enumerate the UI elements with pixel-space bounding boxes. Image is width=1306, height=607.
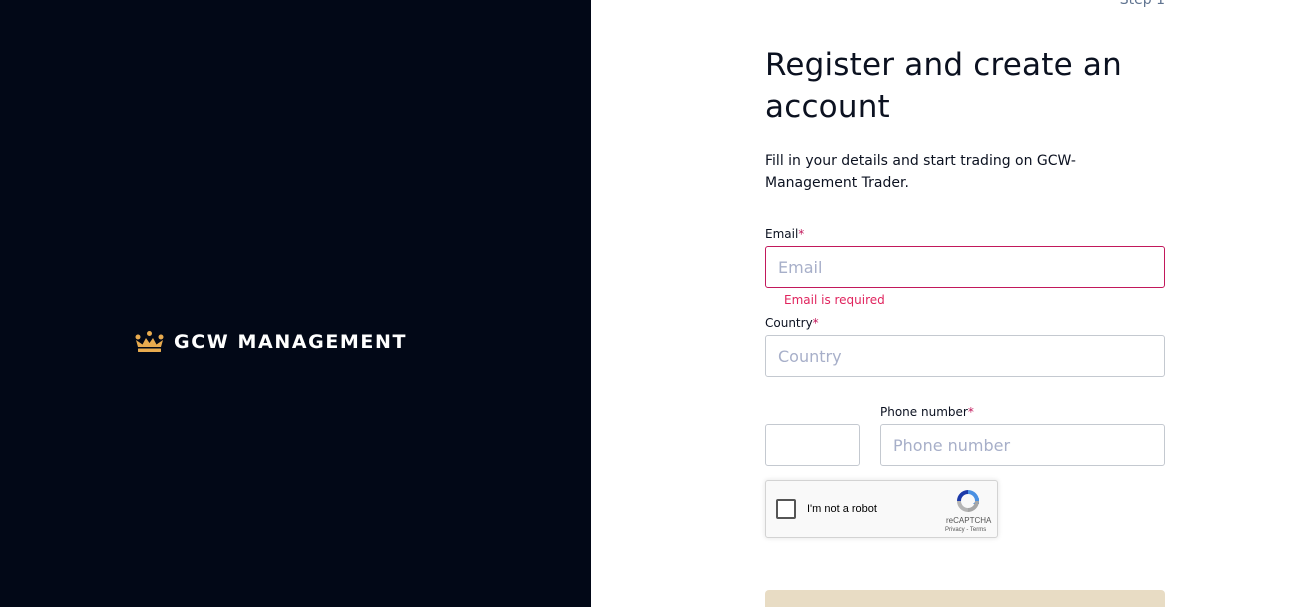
recaptcha-icon <box>957 490 979 512</box>
email-input[interactable] <box>765 246 1165 288</box>
email-label-text: Email <box>765 227 799 241</box>
country-input[interactable] <box>765 335 1165 377</box>
recaptcha-checkbox[interactable] <box>776 499 796 519</box>
phone-required-mark: * <box>967 405 974 419</box>
brand-name: GCW MANAGEMENT <box>174 331 408 353</box>
email-error-message: Email is required <box>784 293 885 307</box>
country-required-mark: * <box>812 316 819 330</box>
recaptcha-label: I'm not a robot <box>807 503 877 515</box>
recaptcha-brand: reCAPTCHA <box>946 516 992 525</box>
recaptcha-widget: I'm not a robot reCAPTCHA Privacy - Term… <box>765 480 998 538</box>
page-subtitle: Fill in your details and start trading o… <box>765 153 1076 191</box>
crown-icon <box>135 331 164 352</box>
brand-logo: GCW MANAGEMENT <box>135 331 407 353</box>
registration-form: Register and create an account Fill in y… <box>765 44 1165 607</box>
email-label: Email* <box>765 226 804 242</box>
email-required-mark: * <box>798 227 805 241</box>
recaptcha-terms-link[interactable]: Privacy - Terms <box>945 526 986 534</box>
phone-label-text: Phone number <box>880 405 968 419</box>
country-label-text: Country <box>765 316 813 330</box>
page: GCW MANAGEMENT Step 1 Register and creat… <box>0 0 1306 607</box>
phone-label: Phone number* <box>880 404 974 420</box>
page-title: Register and create an account <box>765 47 1122 125</box>
country-label: Country* <box>765 315 819 331</box>
brand-panel: GCW MANAGEMENT <box>0 0 591 607</box>
step-indicator: Step 1 <box>1119 0 1165 8</box>
submit-button[interactable] <box>765 590 1165 607</box>
phone-number-input[interactable] <box>880 424 1165 466</box>
phone-code-input[interactable] <box>765 424 860 466</box>
form-panel: Step 1 Register and create an account Fi… <box>591 0 1306 607</box>
